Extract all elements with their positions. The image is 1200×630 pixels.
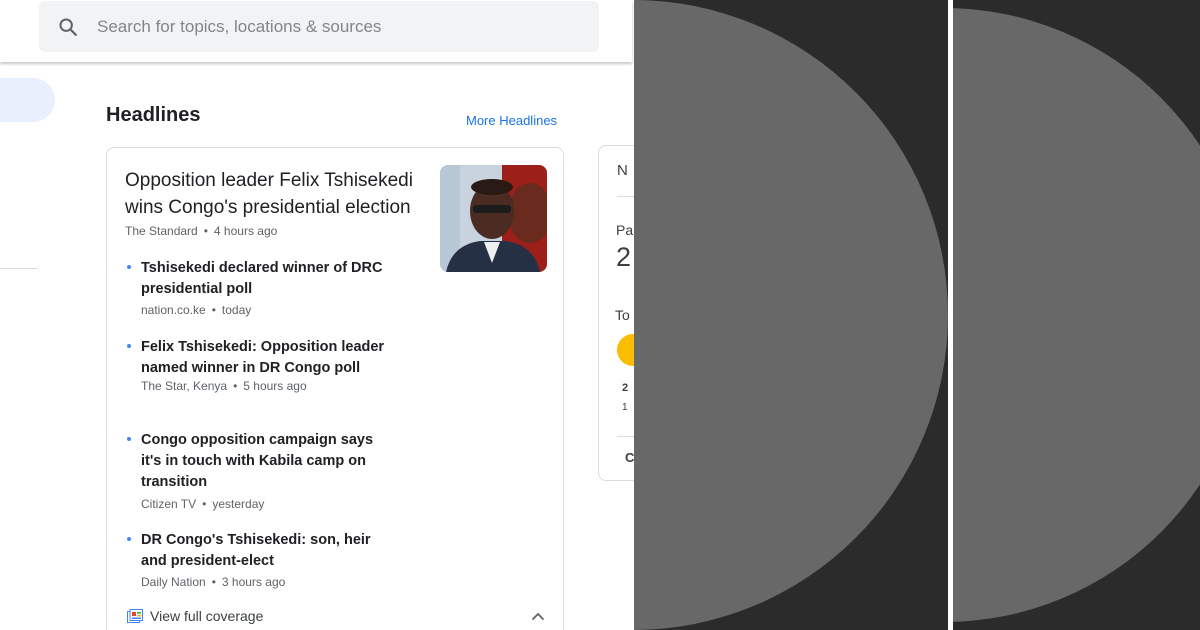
nav-item-selected[interactable] (0, 78, 55, 122)
related-story[interactable]: DR Congo's Tshisekedi: son, heir and pre… (127, 530, 397, 589)
separator-dot: • (203, 224, 208, 238)
related-story-time: 3 hours ago (221, 575, 286, 589)
separator-dot: • (202, 497, 207, 511)
related-story-meta: Citizen TV • yesterday (141, 497, 397, 511)
side-card-row: 2 (622, 382, 629, 394)
separator-dot: • (211, 303, 216, 317)
related-story[interactable]: Congo opposition campaign says it's in t… (127, 430, 397, 511)
view-full-coverage-label[interactable]: View full coverage (150, 608, 263, 624)
side-card-row: 1 (622, 402, 628, 413)
overlay-panel-right (953, 0, 1200, 630)
side-card-label: Pa (616, 222, 634, 238)
related-story-source[interactable]: nation.co.ke (141, 303, 206, 317)
related-story-meta: Daily Nation • 3 hours ago (141, 575, 397, 589)
search-box[interactable] (39, 1, 599, 52)
related-story[interactable]: Felix Tshisekedi: Opposition leader name… (127, 337, 397, 393)
related-story-time: yesterday (212, 497, 265, 511)
story-thumbnail[interactable] (440, 165, 547, 272)
bullet (127, 437, 131, 441)
side-card-value: 2 (616, 242, 632, 272)
related-story-meta: The Star, Kenya • 5 hours ago (141, 379, 397, 393)
side-card-label: To (615, 307, 630, 323)
overlay-divider (948, 0, 953, 630)
related-story-title[interactable]: Congo opposition campaign says it's in t… (141, 430, 397, 493)
top-app-bar (0, 0, 632, 62)
separator-dot: • (211, 575, 216, 589)
main-story-meta: The Standard • 4 hours ago (125, 224, 277, 238)
main-story-source[interactable]: The Standard (125, 224, 198, 238)
section-title: Headlines (106, 104, 201, 126)
related-story-title[interactable]: DR Congo's Tshisekedi: son, heir and pre… (141, 530, 397, 572)
main-story-time: 4 hours ago (213, 224, 278, 238)
overlay-panel-left (634, 0, 948, 630)
related-story-time: today (221, 303, 252, 317)
chevron-up-icon[interactable] (531, 612, 545, 621)
nav-divider (0, 268, 38, 269)
search-input[interactable] (97, 1, 577, 52)
view-full-coverage-button[interactable]: View full coverage (127, 608, 263, 624)
related-story-title[interactable]: Tshisekedi declared winner of DRC presid… (141, 258, 397, 300)
overlay-circle (634, 0, 948, 630)
story-card: Opposition leader Felix Tshisekedi wins … (106, 147, 564, 630)
bullet (127, 265, 131, 269)
related-story-source[interactable]: The Star, Kenya (141, 379, 227, 393)
related-story-source[interactable]: Citizen TV (141, 497, 196, 511)
side-card-row[interactable]: C (625, 450, 634, 465)
separator-dot: • (233, 379, 238, 393)
related-story-time: 5 hours ago (243, 379, 307, 393)
related-story-meta: nation.co.ke • today (141, 303, 397, 317)
related-story-title[interactable]: Felix Tshisekedi: Opposition leader name… (141, 337, 397, 379)
bullet (127, 537, 131, 541)
more-headlines-link[interactable]: More Headlines (466, 113, 557, 128)
search-icon[interactable] (57, 16, 79, 38)
related-story-source[interactable]: Daily Nation (141, 575, 206, 589)
side-card-title: N (617, 162, 628, 179)
bullet (127, 344, 131, 348)
main-story-title[interactable]: Opposition leader Felix Tshisekedi wins … (125, 167, 425, 221)
related-story[interactable]: Tshisekedi declared winner of DRC presid… (127, 258, 397, 317)
overlay-circle (953, 8, 1200, 622)
full-coverage-icon (127, 609, 143, 623)
